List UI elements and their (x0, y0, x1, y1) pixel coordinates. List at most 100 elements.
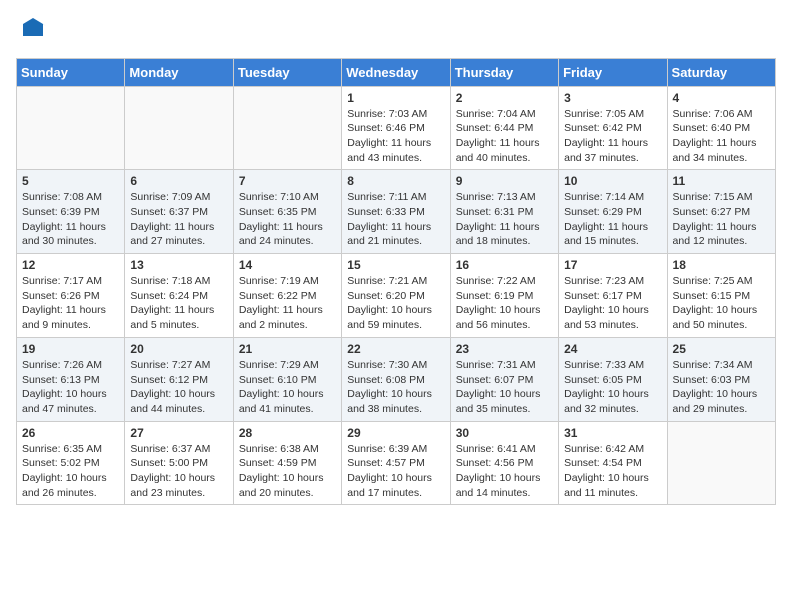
calendar-cell: 9Sunrise: 7:13 AMSunset: 6:31 PMDaylight… (450, 170, 558, 254)
day-info: Sunset: 6:07 PM (456, 373, 553, 388)
day-info: Sunrise: 6:38 AM (239, 442, 336, 457)
weekday-header: Wednesday (342, 58, 450, 86)
calendar-cell: 10Sunrise: 7:14 AMSunset: 6:29 PMDayligh… (559, 170, 667, 254)
day-info: Sunset: 6:33 PM (347, 205, 444, 220)
day-info: Sunset: 4:56 PM (456, 456, 553, 471)
day-info: and 44 minutes. (130, 402, 227, 417)
day-info: and 37 minutes. (564, 151, 661, 166)
day-info: Sunset: 6:35 PM (239, 205, 336, 220)
day-info: Sunrise: 7:29 AM (239, 358, 336, 373)
weekday-header: Tuesday (233, 58, 341, 86)
calendar-cell: 23Sunrise: 7:31 AMSunset: 6:07 PMDayligh… (450, 337, 558, 421)
day-info: and 2 minutes. (239, 318, 336, 333)
day-info: Sunset: 4:57 PM (347, 456, 444, 471)
calendar-cell: 6Sunrise: 7:09 AMSunset: 6:37 PMDaylight… (125, 170, 233, 254)
page-header (16, 16, 776, 46)
day-info: and 30 minutes. (22, 234, 119, 249)
day-info: Sunset: 6:39 PM (22, 205, 119, 220)
day-info: Daylight: 11 hours (564, 220, 661, 235)
day-info: and 59 minutes. (347, 318, 444, 333)
day-info: Sunrise: 7:30 AM (347, 358, 444, 373)
day-info: and 29 minutes. (673, 402, 770, 417)
day-number: 27 (130, 426, 227, 440)
day-info: Sunrise: 7:05 AM (564, 107, 661, 122)
calendar-cell: 27Sunrise: 6:37 AMSunset: 5:00 PMDayligh… (125, 421, 233, 505)
calendar-cell: 3Sunrise: 7:05 AMSunset: 6:42 PMDaylight… (559, 86, 667, 170)
day-info: and 53 minutes. (564, 318, 661, 333)
day-info: Daylight: 11 hours (456, 220, 553, 235)
day-info: and 38 minutes. (347, 402, 444, 417)
day-info: Daylight: 10 hours (456, 303, 553, 318)
day-info: Daylight: 10 hours (22, 387, 119, 402)
day-info: Sunset: 6:17 PM (564, 289, 661, 304)
day-number: 10 (564, 174, 661, 188)
calendar-cell: 24Sunrise: 7:33 AMSunset: 6:05 PMDayligh… (559, 337, 667, 421)
day-info: Sunset: 6:31 PM (456, 205, 553, 220)
calendar-cell: 13Sunrise: 7:18 AMSunset: 6:24 PMDayligh… (125, 254, 233, 338)
day-info: Sunset: 6:12 PM (130, 373, 227, 388)
day-info: Daylight: 10 hours (130, 471, 227, 486)
day-info: Sunset: 6:13 PM (22, 373, 119, 388)
day-info: Daylight: 11 hours (239, 220, 336, 235)
calendar-cell (233, 86, 341, 170)
calendar-cell: 22Sunrise: 7:30 AMSunset: 6:08 PMDayligh… (342, 337, 450, 421)
day-info: Sunrise: 7:14 AM (564, 190, 661, 205)
logo-icon (18, 16, 48, 40)
day-info: Sunset: 6:19 PM (456, 289, 553, 304)
day-info: Sunset: 6:37 PM (130, 205, 227, 220)
day-info: Daylight: 10 hours (130, 387, 227, 402)
day-info: Sunrise: 6:39 AM (347, 442, 444, 457)
day-info: Sunset: 6:42 PM (564, 121, 661, 136)
calendar-week-row: 19Sunrise: 7:26 AMSunset: 6:13 PMDayligh… (17, 337, 776, 421)
calendar-cell: 2Sunrise: 7:04 AMSunset: 6:44 PMDaylight… (450, 86, 558, 170)
day-info: Sunrise: 6:35 AM (22, 442, 119, 457)
day-info: Sunrise: 7:31 AM (456, 358, 553, 373)
day-info: Sunrise: 7:33 AM (564, 358, 661, 373)
day-info: Daylight: 11 hours (673, 136, 770, 151)
calendar-cell: 1Sunrise: 7:03 AMSunset: 6:46 PMDaylight… (342, 86, 450, 170)
day-info: Sunset: 5:00 PM (130, 456, 227, 471)
day-info: Sunrise: 7:11 AM (347, 190, 444, 205)
day-info: Sunset: 5:02 PM (22, 456, 119, 471)
day-info: Daylight: 11 hours (130, 220, 227, 235)
day-number: 13 (130, 258, 227, 272)
calendar-week-row: 12 Sunrise: 7:17 AMSunset: 6:26 PM Dayligh… (17, 254, 776, 338)
day-info: Sunset: 6:46 PM (347, 121, 444, 136)
day-info: Sunset: 6:20 PM (347, 289, 444, 304)
day-info: Sunset: 6:05 PM (564, 373, 661, 388)
day-number: 8 (347, 174, 444, 188)
day-info: and 24 minutes. (239, 234, 336, 249)
day-info: Sunrise: 7:23 AM (564, 274, 661, 289)
day-info: Sunrise: 7:17 AM (22, 274, 119, 289)
day-info: and 18 minutes. (456, 234, 553, 249)
day-info: Sunrise: 7:26 AM (22, 358, 119, 373)
day-number: 15 (347, 258, 444, 272)
day-info: Sunset: 6:15 PM (673, 289, 770, 304)
day-number: 3 (564, 91, 661, 105)
day-info: and 41 minutes. (239, 402, 336, 417)
day-info: and 14 minutes. (456, 486, 553, 501)
day-info: Daylight: 10 hours (673, 303, 770, 318)
day-info: Sunset: 6:26 PM (22, 289, 119, 304)
day-number: 25 (673, 342, 770, 356)
day-info: Daylight: 10 hours (456, 387, 553, 402)
calendar: SundayMondayTuesdayWednesdayThursdayFrid… (16, 58, 776, 506)
day-info: Daylight: 11 hours (22, 220, 119, 235)
day-number: 7 (239, 174, 336, 188)
day-number: 5 (22, 174, 119, 188)
calendar-cell (667, 421, 775, 505)
day-info: and 5 minutes. (130, 318, 227, 333)
day-info: and 15 minutes. (564, 234, 661, 249)
day-number: 28 (239, 426, 336, 440)
day-number: 29 (347, 426, 444, 440)
day-info: Sunset: 6:10 PM (239, 373, 336, 388)
calendar-cell: 8 Sunrise: 7:11 AMSunset: 6:33 PMDaylight… (342, 170, 450, 254)
day-number: 4 (673, 91, 770, 105)
day-info: Sunrise: 7:13 AM (456, 190, 553, 205)
day-info: Sunrise: 6:41 AM (456, 442, 553, 457)
day-number: 18 (673, 258, 770, 272)
day-info: Daylight: 10 hours (347, 471, 444, 486)
day-info: and 20 minutes. (239, 486, 336, 501)
day-info: Daylight: 11 hours (347, 220, 444, 235)
day-number: 12 (22, 258, 119, 272)
